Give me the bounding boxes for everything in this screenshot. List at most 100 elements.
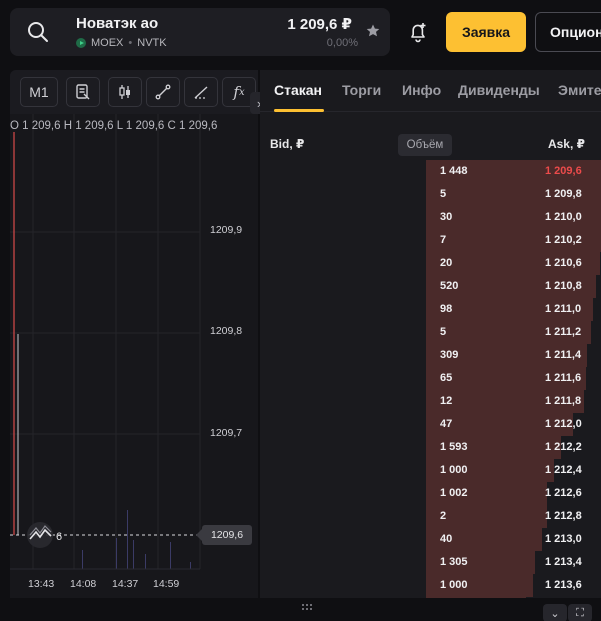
exchange-status-icon — [76, 38, 86, 48]
row-volume: 1 448 — [440, 165, 468, 177]
volume-column-header[interactable]: Объём — [398, 134, 452, 156]
options-button[interactable]: Опцион — [535, 12, 601, 52]
ticker-meta: MOEX • NVTK — [76, 37, 167, 49]
tab-trades[interactable]: Торги — [342, 82, 381, 98]
row-ask-price: 1 213,6 — [545, 579, 582, 591]
y-axis-label: 1209,8 — [210, 325, 243, 337]
row-ask-price: 1 209,8 — [545, 188, 582, 200]
tab-issuer[interactable]: Эмитент — [558, 82, 601, 98]
row-volume: 12 — [440, 395, 453, 407]
orderbook-row[interactable]: 47 1 212,0 — [260, 413, 601, 436]
search-icon[interactable] — [26, 20, 50, 44]
candlestick-icon[interactable] — [108, 77, 142, 107]
drag-handle-icon[interactable] — [300, 602, 314, 612]
orderbook-row[interactable]: 5 1 211,2 — [260, 321, 601, 344]
tab-bar: Стакан Торги Инфо Дивиденды Эмитент — [260, 70, 601, 112]
active-tab-indicator — [274, 109, 324, 112]
current-price-tag: 1209,6 — [196, 525, 252, 545]
last-price: 1 209,6 ₽ — [287, 16, 352, 33]
row-ask-price: 1 209,6 — [545, 165, 582, 177]
row-volume: 47 — [440, 418, 453, 430]
orderbook-panel: Стакан Торги Инфо Дивиденды Эмитент Bid,… — [260, 70, 601, 598]
bell-add-icon[interactable] — [402, 16, 434, 48]
orderbook-row[interactable]: 20 1 210,6 — [260, 252, 601, 275]
orderbook-row[interactable]: 65 1 211,6 — [260, 367, 601, 390]
row-volume: 5 — [440, 326, 447, 338]
orderbook-row[interactable]: 7 1 210,2 — [260, 229, 601, 252]
exchange-label: MOEX — [91, 37, 124, 49]
row-volume: 1 000 — [440, 464, 468, 476]
price-change: 0,00% — [326, 37, 358, 49]
orderbook-row[interactable]: 30 1 210,0 — [260, 206, 601, 229]
row-ask-price: 1 210,6 — [545, 257, 582, 269]
orderbook-row[interactable]: 1 000 1 212,4 — [260, 459, 601, 482]
chevron-down-icon[interactable]: ⌄ — [543, 604, 567, 621]
row-ask-price: 1 212,4 — [545, 464, 582, 476]
tab-orderbook[interactable]: Стакан — [274, 82, 322, 98]
chart-template-icon[interactable] — [66, 77, 100, 107]
chart-panel[interactable]: M1 fx O 1 209,6 H 1 209,6 L 1 209,6 C 1 … — [10, 70, 258, 598]
chart-toolbar: M1 fx — [10, 70, 258, 114]
tab-info[interactable]: Инфо — [402, 82, 441, 98]
orderbook-row[interactable]: 309 1 211,4 — [260, 344, 601, 367]
orderbook-row[interactable]: 12 1 211,8 — [260, 390, 601, 413]
row-volume: 7 — [440, 234, 447, 246]
order-button[interactable]: Заявка — [446, 12, 526, 52]
row-volume: 20 — [440, 257, 453, 269]
row-ask-price: 1 211,4 — [545, 349, 582, 361]
row-ask-price: 1 212,8 — [545, 510, 582, 522]
row-volume: 5 — [440, 188, 447, 200]
tab-dividends[interactable]: Дивиденды — [458, 82, 540, 98]
x-axis-label: 14:08 — [70, 578, 97, 590]
depth-bar — [426, 597, 526, 598]
volume-bars — [82, 510, 191, 569]
orderbook-row[interactable]: 520 1 210,8 — [260, 275, 601, 298]
row-volume: 98 — [440, 303, 453, 315]
row-volume: 65 — [440, 372, 453, 384]
draw-tool-icon[interactable] — [184, 77, 218, 107]
orderbook-row[interactable]: 5 1 209,8 — [260, 183, 601, 206]
ticker-name: Новатэк ао — [76, 15, 159, 32]
timeframe-button[interactable]: M1 — [20, 77, 58, 107]
row-ask-price: 1 211,6 — [545, 372, 582, 384]
chart-logo-suffix: 6 — [56, 531, 63, 543]
orderbook-row[interactable]: 98 1 211,0 — [260, 298, 601, 321]
y-axis-label: 1209,9 — [210, 224, 243, 236]
row-volume: 40 — [440, 533, 453, 545]
y-axis-label: 1209,7 — [210, 427, 243, 439]
row-ask-price: 1 213,4 — [545, 556, 582, 568]
row-ask-price: 1 212,6 — [545, 487, 582, 499]
chart-logo-icon — [27, 522, 53, 548]
trendline-icon[interactable] — [146, 77, 180, 107]
fx-subscript: x — [238, 86, 245, 98]
row-ask-price: 1 211,0 — [545, 303, 582, 315]
x-axis-label: 14:59 — [153, 578, 180, 590]
orderbook-row[interactable]: 1 4071 213,8 — [260, 597, 601, 598]
orderbook-row[interactable]: 1 448 1 209,6 — [260, 160, 601, 183]
orderbook-row[interactable]: 40 1 213,0 — [260, 528, 601, 551]
row-ask-price: 1 212,2 — [545, 441, 582, 453]
row-ask-price: 1 210,2 — [545, 234, 582, 246]
orderbook-row[interactable]: 1 305 1 213,4 — [260, 551, 601, 574]
row-volume: 1 593 — [440, 441, 468, 453]
row-ask-price: 1 213,0 — [545, 533, 582, 545]
row-ask-price: 1 210,8 — [545, 280, 582, 292]
row-ask-price: 1 211,8 — [545, 395, 582, 407]
x-axis-label: 14:37 — [112, 578, 139, 590]
row-volume: 2 — [440, 510, 447, 522]
row-volume: 1 002 — [440, 487, 468, 499]
star-icon[interactable] — [365, 23, 381, 39]
orderbook-row[interactable]: 1 593 1 212,2 — [260, 436, 601, 459]
orderbook-row[interactable]: 1 002 1 212,6 — [260, 482, 601, 505]
row-ask-price: 1 212,0 — [545, 418, 582, 430]
orderbook-row[interactable]: 1 000 1 213,6 — [260, 574, 601, 597]
ticker-search-card[interactable]: Новатэк ао MOEX • NVTK 1 209,6 ₽ 0,00% — [10, 8, 390, 56]
ohlc-readout: O 1 209,6 H 1 209,6 L 1 209,6 C 1 209,6 — [10, 120, 218, 132]
orderbook-row[interactable]: 2 1 212,8 — [260, 505, 601, 528]
row-volume: 1 000 — [440, 579, 468, 591]
row-volume: 1 305 — [440, 556, 468, 568]
ticker-code: NVTK — [137, 37, 167, 49]
row-volume: 309 — [440, 349, 459, 361]
expand-icon[interactable]: ⛶ — [568, 604, 592, 621]
row-volume: 30 — [440, 211, 453, 223]
